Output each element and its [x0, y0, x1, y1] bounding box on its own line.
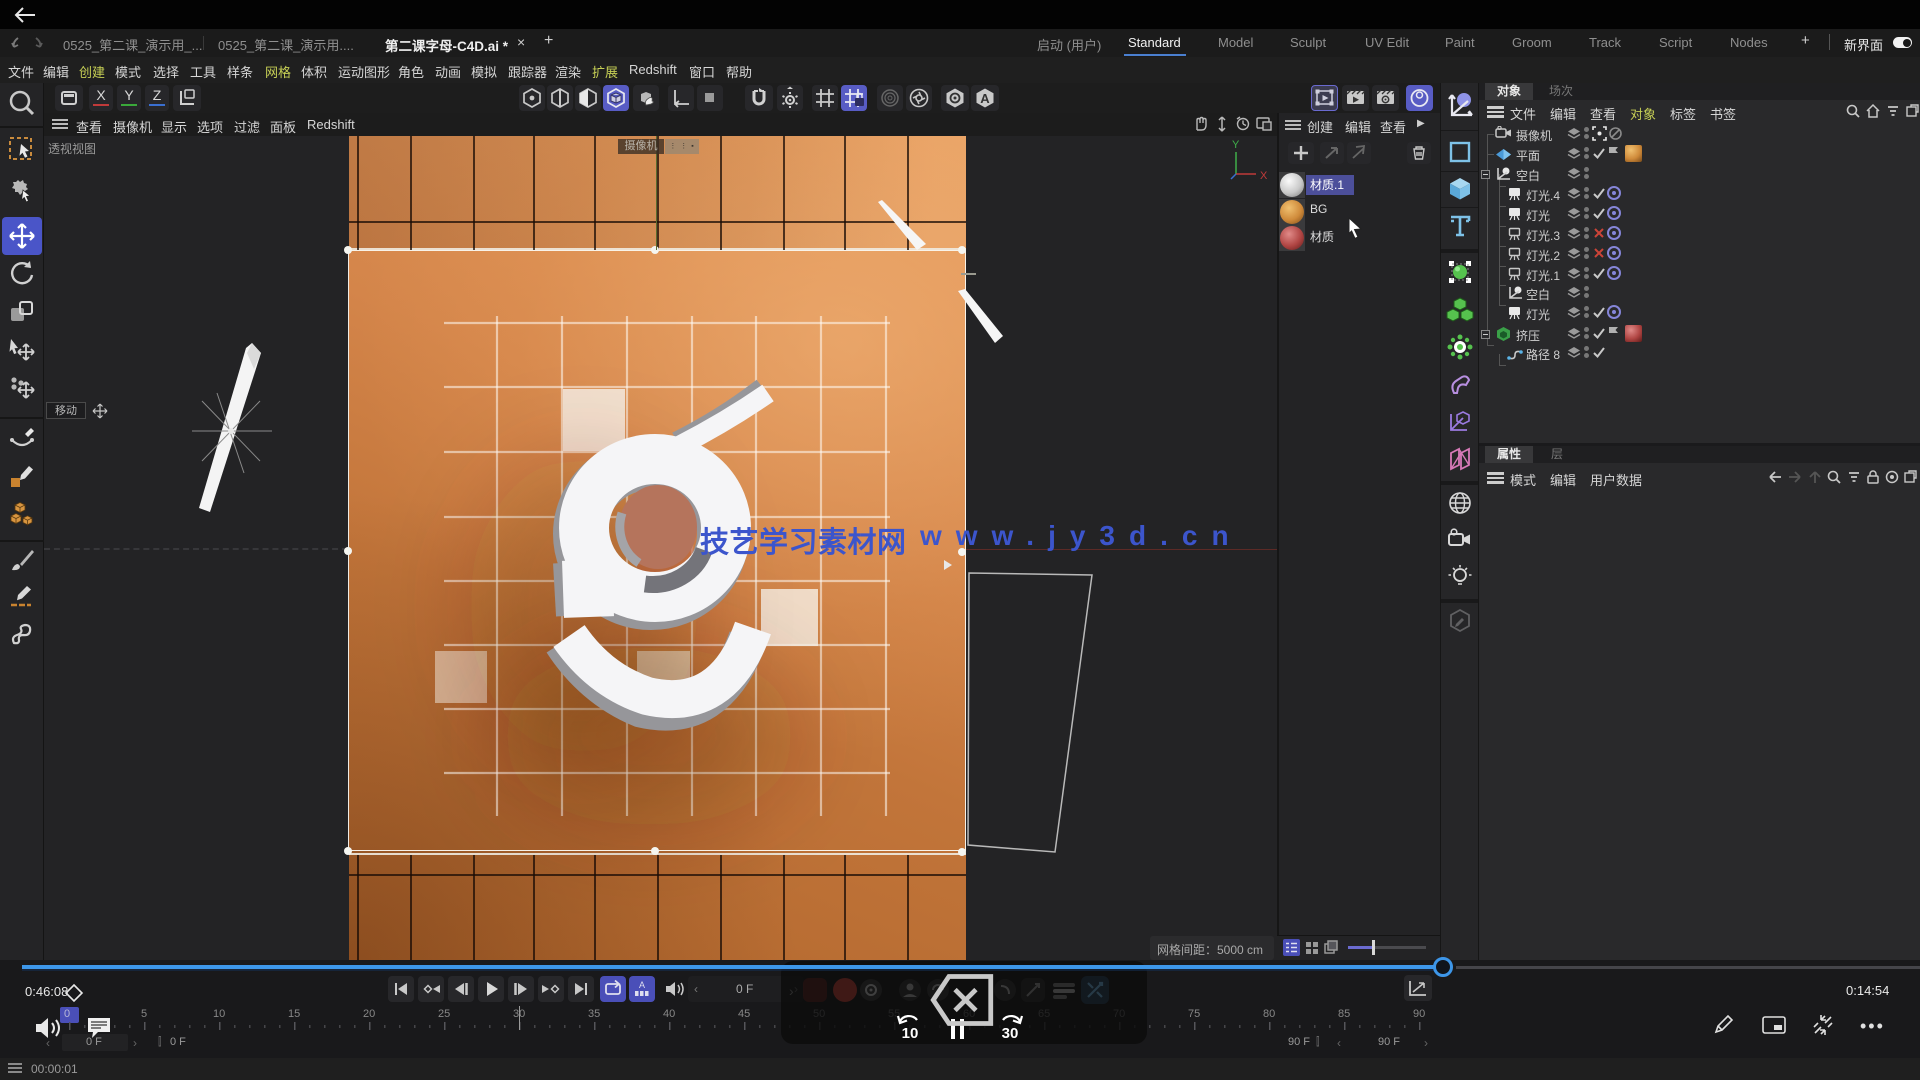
svg-text:Y: Y [1232, 139, 1240, 151]
svg-text:A: A [639, 980, 645, 990]
svg-text:A: A [980, 91, 990, 106]
svg-text:X: X [1260, 170, 1268, 182]
